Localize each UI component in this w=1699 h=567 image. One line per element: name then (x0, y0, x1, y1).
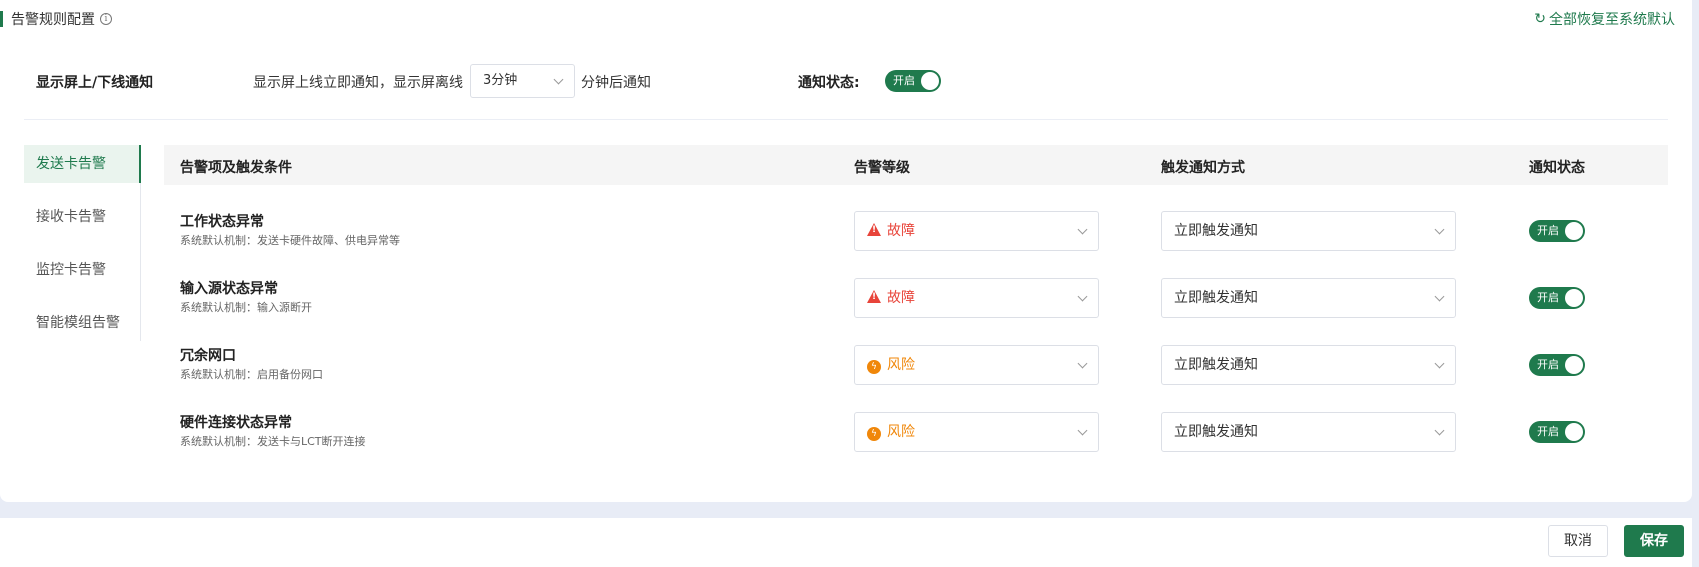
sidebar-item-receiving-card[interactable]: 接收卡告警 (24, 198, 140, 236)
alarm-status-toggle[interactable]: 开启 (1529, 354, 1585, 376)
alarm-item-desc: 系统默认机制：发送卡与LCT断开连接 (180, 435, 366, 448)
alarm-item-title: 输入源状态异常 (180, 281, 278, 297)
notify-status-label: 通知状态: (798, 75, 860, 91)
chevron-down-icon (1434, 358, 1445, 369)
chevron-down-icon (1434, 224, 1445, 235)
warning-icon (867, 290, 881, 303)
alarm-level-select[interactable]: 故障 (854, 211, 1099, 251)
table-row: 硬件连接状态异常 系统默认机制：发送卡与LCT断开连接 ϟ 风险 立即触发通知 开… (164, 396, 1668, 463)
toggle-label: 开启 (893, 74, 915, 87)
alarm-level-value: 故障 (887, 223, 915, 239)
info-icon[interactable]: i (100, 13, 112, 25)
chevron-down-icon (1077, 224, 1088, 235)
alarm-item-title: 冗余网口 (180, 348, 236, 364)
notify-method-select[interactable]: 立即触发通知 (1161, 412, 1456, 452)
alarm-item-desc: 系统默认机制：启用备份网口 (180, 368, 323, 381)
footer-bar: 取消 保存 (0, 518, 1692, 567)
chevron-down-icon (1077, 291, 1088, 302)
reset-defaults-label: 全部恢复至系统默认 (1549, 12, 1675, 28)
sidebar-item-smart-module[interactable]: 智能模组告警 (24, 304, 140, 342)
toggle-label: 开启 (1537, 224, 1559, 237)
notify-method-value: 立即触发通知 (1174, 223, 1258, 239)
toggle-label: 开启 (1537, 425, 1559, 438)
toggle-knob (1565, 222, 1583, 240)
notify-method-select[interactable]: 立即触发通知 (1161, 345, 1456, 385)
lightning-icon: ϟ (867, 427, 881, 441)
alarm-status-toggle[interactable]: 开启 (1529, 421, 1585, 443)
sidebar-item-monitoring-card[interactable]: 监控卡告警 (24, 251, 140, 289)
notify-method-select[interactable]: 立即触发通知 (1161, 211, 1456, 251)
table-row: 输入源状态异常 系统默认机制：输入源断开 故障 立即触发通知 开启 (164, 262, 1668, 329)
table-header: 告警项及触发条件 告警等级 触发通知方式 通知状态 (164, 145, 1668, 185)
page-title: 告警规则配置 (11, 12, 95, 28)
notify-method-value: 立即触发通知 (1174, 424, 1258, 440)
alarm-level-select[interactable]: ϟ 风险 (854, 345, 1099, 385)
screen-notify-label: 显示屏上/下线通知 (36, 75, 154, 91)
alarm-category-nav: 发送卡告警 接收卡告警 监控卡告警 智能模组告警 (24, 145, 141, 341)
alarm-rules-panel: 告警规则配置 i ↻ 全部恢复至系统默认 显示屏上/下线通知 显示屏上线立即通知… (0, 0, 1692, 502)
chevron-down-icon (553, 74, 564, 85)
alarm-item-title: 工作状态异常 (180, 214, 264, 230)
screen-notify-row: 显示屏上/下线通知 显示屏上线立即通知，显示屏离线 3分钟 分钟后通知 通知状态… (0, 64, 1692, 98)
alarm-table: 告警项及触发条件 告警等级 触发通知方式 通知状态 工作状态异常 系统默认机制：… (164, 145, 1668, 463)
screen-notify-after: 分钟后通知 (581, 75, 651, 91)
toggle-knob (1565, 423, 1583, 441)
screen-notify-desc: 显示屏上线立即通知，显示屏离线 (253, 75, 463, 91)
col-header-level: 告警等级 (854, 160, 910, 176)
col-header-item: 告警项及触发条件 (180, 160, 292, 176)
title-accent-bar (0, 11, 3, 27)
alarm-level-select[interactable]: ϟ 风险 (854, 412, 1099, 452)
toggle-label: 开启 (1537, 291, 1559, 304)
screen-notify-toggle[interactable]: 开启 (885, 70, 941, 92)
cancel-button[interactable]: 取消 (1548, 525, 1608, 557)
alarm-level-value: 风险 (887, 424, 915, 440)
col-header-method: 触发通知方式 (1161, 160, 1245, 176)
toggle-knob (1565, 356, 1583, 374)
reset-defaults-link[interactable]: ↻ 全部恢复至系统默认 (1534, 9, 1675, 29)
alarm-level-value: 风险 (887, 357, 915, 373)
offline-delay-value: 3分钟 (483, 73, 518, 88)
toggle-knob (1565, 289, 1583, 307)
toggle-label: 开启 (1537, 358, 1559, 371)
chevron-down-icon (1434, 425, 1445, 436)
page-header: 告警规则配置 i (0, 9, 112, 29)
toggle-knob (921, 72, 939, 90)
notify-method-value: 立即触发通知 (1174, 357, 1258, 373)
sidebar-item-sending-card[interactable]: 发送卡告警 (24, 145, 141, 183)
alarm-level-select[interactable]: 故障 (854, 278, 1099, 318)
offline-delay-select[interactable]: 3分钟 (470, 64, 575, 98)
alarm-item-title: 硬件连接状态异常 (180, 415, 292, 431)
lightning-icon: ϟ (867, 360, 881, 374)
chevron-down-icon (1077, 425, 1088, 436)
alarm-level-value: 故障 (887, 290, 915, 306)
divider (24, 119, 1668, 120)
alarm-item-desc: 系统默认机制：发送卡硬件故障、供电异常等 (180, 234, 400, 247)
warning-icon (867, 223, 881, 236)
table-row: 工作状态异常 系统默认机制：发送卡硬件故障、供电异常等 故障 立即触发通知 开启 (164, 195, 1668, 262)
chevron-down-icon (1434, 291, 1445, 302)
chevron-down-icon (1077, 358, 1088, 369)
refresh-icon: ↻ (1534, 11, 1546, 27)
notify-method-select[interactable]: 立即触发通知 (1161, 278, 1456, 318)
alarm-item-desc: 系统默认机制：输入源断开 (180, 301, 312, 314)
alarm-status-toggle[interactable]: 开启 (1529, 220, 1585, 242)
save-button[interactable]: 保存 (1624, 525, 1684, 557)
notify-method-value: 立即触发通知 (1174, 290, 1258, 306)
table-row: 冗余网口 系统默认机制：启用备份网口 ϟ 风险 立即触发通知 开启 (164, 329, 1668, 396)
col-header-status: 通知状态 (1529, 160, 1585, 176)
alarm-status-toggle[interactable]: 开启 (1529, 287, 1585, 309)
